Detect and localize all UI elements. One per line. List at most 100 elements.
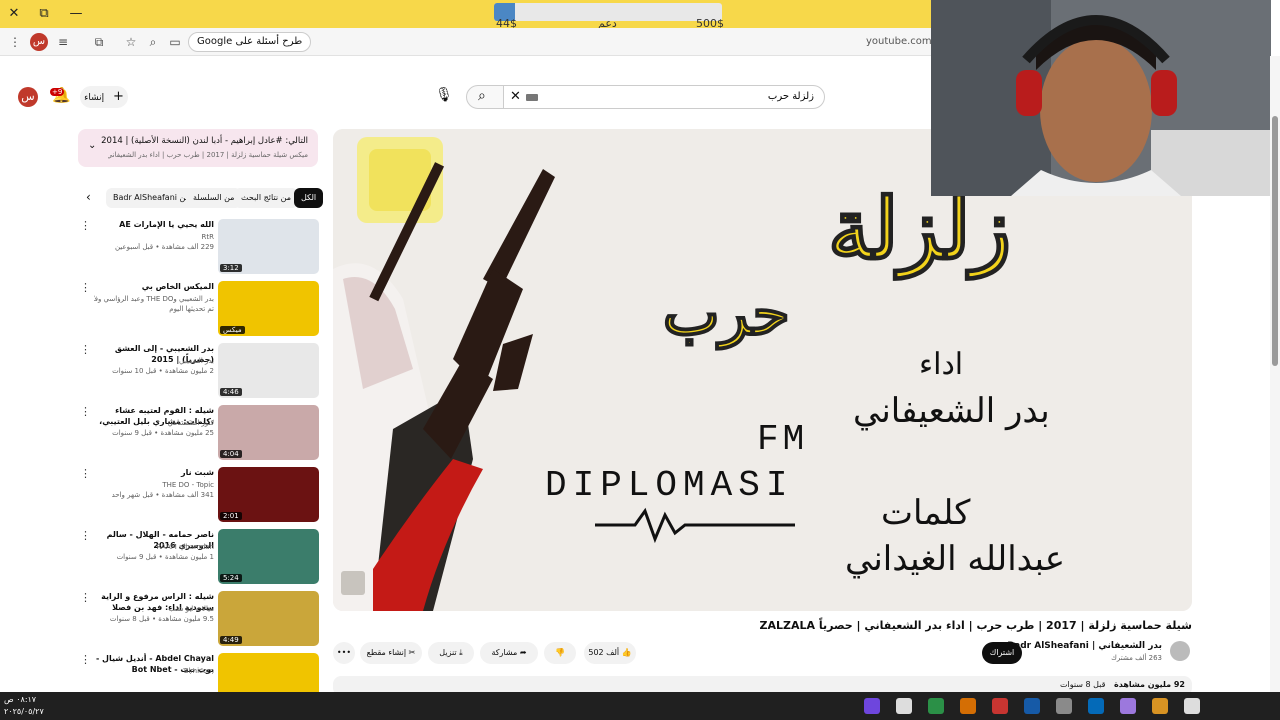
recommendation-thumbnail[interactable]: 2:01	[218, 467, 319, 522]
extensions-icon[interactable]: ⧉	[90, 33, 108, 51]
chip-from-channel[interactable]: من Badr AlSheafani	[106, 188, 197, 208]
recommendation-item[interactable]: ⋮ 4:04 شيله : القوم لعتيبه عشاء ،كلمات: مش…	[80, 405, 320, 463]
duration-badge: 4:49	[220, 636, 242, 644]
search-box: ✕	[503, 85, 825, 109]
file-explorer-icon[interactable]	[1152, 698, 1168, 714]
browser-menu-icon[interactable]: ⋮	[6, 33, 24, 51]
clip-button[interactable]: إنشاء مقطع ✂	[360, 642, 422, 664]
media-controls-icon[interactable]: ≡	[54, 33, 72, 51]
recommendation-item[interactable]: ⋮ 4:46 بدر الشعيبي - إلى العشق (حصرياً) | …	[80, 343, 320, 401]
recommendation-item[interactable]: ⋮ ميكس الميكس الخاص بي بدر الشعيبي وTHE DO …	[80, 281, 320, 339]
chip-from-search[interactable]: من نتائج البحث	[234, 188, 299, 208]
notifications-badge: +9	[50, 88, 65, 96]
more-vert-icon[interactable]: ⋮	[80, 219, 91, 232]
more-vert-icon[interactable]: ⋮	[80, 281, 91, 294]
recommendation-thumbnail[interactable]: 5:24	[218, 529, 319, 584]
recommendation-item[interactable]: ⋮ 3:12 الله يحيي يا الإمارات AE RtR 229 ألف …	[80, 219, 320, 277]
mix-subtitle: ميكس شيلة حماسية زلزلة | 2017 | طرب حرب …	[108, 151, 308, 159]
download-button[interactable]: تنزيل ⤓	[428, 642, 474, 664]
recommendation-thumbnail[interactable]: ميكس	[218, 281, 319, 336]
recommendation-thumbnail[interactable]: 3:12	[218, 219, 319, 274]
account-avatar[interactable]: س	[18, 87, 38, 107]
thumb-performer: بدر الشعيفاني	[853, 391, 1050, 431]
channel-avatar[interactable]	[1170, 641, 1190, 661]
thumb-words-label: كلمات	[881, 493, 971, 533]
dislike-button[interactable]: 👎	[544, 642, 576, 664]
whatsapp-icon[interactable]	[928, 698, 944, 714]
recommendation-thumbnail[interactable]: 4:49	[218, 591, 319, 646]
video-player[interactable]: زلزلة حرب اداء بدر الشعيفاني FM DIPLOMAS…	[333, 129, 1192, 611]
channel-name[interactable]: بدر الشعيفاني | Badr AlSheafani ✔	[997, 641, 1162, 651]
more-vert-icon[interactable]: ⋮	[80, 529, 91, 542]
recommendation-title[interactable]: الله يحيي يا الإمارات AE	[94, 219, 214, 230]
mix-playlist-panel[interactable]: ⌄ التالي: #عادل إبراهيم - أدبا لندن (الن…	[78, 129, 318, 167]
channel-name-text: بدر الشعيفاني | Badr AlSheafani	[1007, 641, 1162, 651]
share-button[interactable]: مشاركة ➦	[480, 642, 538, 664]
recommendation-thumbnail[interactable]: 4:04	[218, 405, 319, 460]
recommendation-channel[interactable]: Elmicom	[94, 667, 214, 675]
recommendation-item[interactable]: ⋮ 5:24 ناصر حمامه - الهلال - سالم الدوسري …	[80, 529, 320, 587]
recommendation-title[interactable]: شبت نار	[94, 467, 214, 478]
recommendation-item[interactable]: ⋮ 4:49 شيله : الراس مرفوع و الراية سعودية …	[80, 591, 320, 649]
recommendation-channel[interactable]: THE DO - Topic	[94, 481, 214, 489]
zoom-icon[interactable]: ⌕	[144, 33, 162, 51]
duration-badge: ميكس	[220, 326, 245, 334]
maximize-window-icon[interactable]: ⧉	[34, 4, 54, 24]
chrome-icon[interactable]	[992, 698, 1008, 714]
chevron-left-icon[interactable]: ‹	[86, 190, 91, 204]
thumb-writer: عبدالله الغيداني	[845, 539, 1066, 579]
chip-all[interactable]: الكل	[294, 188, 324, 208]
recommendation-channel[interactable]: بدر الشعيبي	[94, 357, 214, 365]
page-scrollbar[interactable]	[1270, 56, 1280, 692]
copilot-icon[interactable]	[1120, 698, 1136, 714]
recommendation-channel[interactable]: كنوز الشقشامي	[94, 419, 215, 427]
search-input[interactable]	[554, 91, 814, 102]
recommendation-meta: 9.5 مليون مشاهدة • قبل 8 سنوات	[109, 615, 214, 623]
vlc-icon[interactable]	[960, 698, 976, 714]
clear-search-icon[interactable]: ✕	[510, 89, 521, 104]
recommendation-channel[interactable]: RAAM alhamdan	[94, 543, 214, 551]
outlook-icon[interactable]	[1024, 698, 1040, 714]
subscribe-button[interactable]: اشتراك	[982, 642, 1022, 664]
duration-badge: 4:46	[220, 388, 242, 396]
recommendation-channel[interactable]: ميالات ابو شنب	[94, 605, 214, 613]
chevron-down-icon[interactable]: ⌄	[88, 140, 96, 151]
ask-google-chip[interactable]: طرح أسئلة على Google	[188, 32, 312, 52]
like-button[interactable]: 502 ألف 👍	[584, 642, 636, 664]
scrollbar-thumb[interactable]	[1272, 116, 1278, 366]
voice-search-mic-icon[interactable]: 🎙	[434, 87, 454, 107]
search-button[interactable]: ⌕	[466, 85, 504, 109]
more-vert-icon[interactable]: ⋮	[80, 467, 91, 480]
duration-badge: 3:12	[220, 264, 242, 272]
create-button[interactable]: إنشاء +	[80, 86, 128, 108]
bookmark-star-icon[interactable]: ☆	[122, 33, 140, 51]
clock-time[interactable]: ٠٨:١٧ ص	[4, 695, 36, 704]
close-window-icon[interactable]: ✕	[4, 4, 24, 24]
obs-icon[interactable]	[896, 698, 912, 714]
video-title: شيلة حماسية زلزلة | 2017 | طرب حرب | ادا…	[759, 619, 1193, 632]
streamer-face	[931, 0, 1271, 196]
more-vert-icon[interactable]: ⋮	[80, 653, 91, 666]
discord-icon[interactable]	[864, 698, 880, 714]
calculator-icon[interactable]	[1056, 698, 1072, 714]
clock-date[interactable]: ٢٠٢٥/٠٥/٢٧	[4, 707, 44, 716]
more-vert-icon[interactable]: ⋮	[80, 343, 91, 356]
edge-icon[interactable]	[1088, 698, 1104, 714]
recommendation-meta: تم تحديثها اليوم	[169, 305, 214, 313]
recommendation-thumbnail[interactable]: 4:46	[218, 343, 319, 398]
more-vert-icon[interactable]: ⋮	[80, 591, 91, 604]
recommendation-item[interactable]: ⋮ 2:01 شبت نار THE DO - Topic 341 ألف مشاهدة…	[80, 467, 320, 525]
recommendation-channel[interactable]: بدر الشعيبي وTHE DO وعبد الرؤاسي وفنّانو…	[94, 295, 214, 303]
minimize-window-icon[interactable]: —	[66, 4, 86, 24]
browser-profile-avatar[interactable]: س	[30, 33, 48, 51]
keyboard-icon[interactable]	[526, 94, 538, 101]
search-icon[interactable]	[1184, 698, 1200, 714]
more-actions-button[interactable]: •••	[333, 642, 355, 664]
recommendation-meta: 2 مليون مشاهدة • قبل 10 سنوات	[112, 367, 214, 375]
recommendation-meta: 25 مليون مشاهدة • قبل 9 سنوات	[112, 429, 214, 437]
cast-icon[interactable]: ▭	[166, 33, 184, 51]
scissors-icon: ✂	[408, 648, 416, 657]
recommendation-channel[interactable]: RtR	[94, 233, 214, 241]
recommendation-title[interactable]: الميكس الخاص بي	[94, 281, 214, 292]
more-vert-icon[interactable]: ⋮	[80, 405, 91, 418]
